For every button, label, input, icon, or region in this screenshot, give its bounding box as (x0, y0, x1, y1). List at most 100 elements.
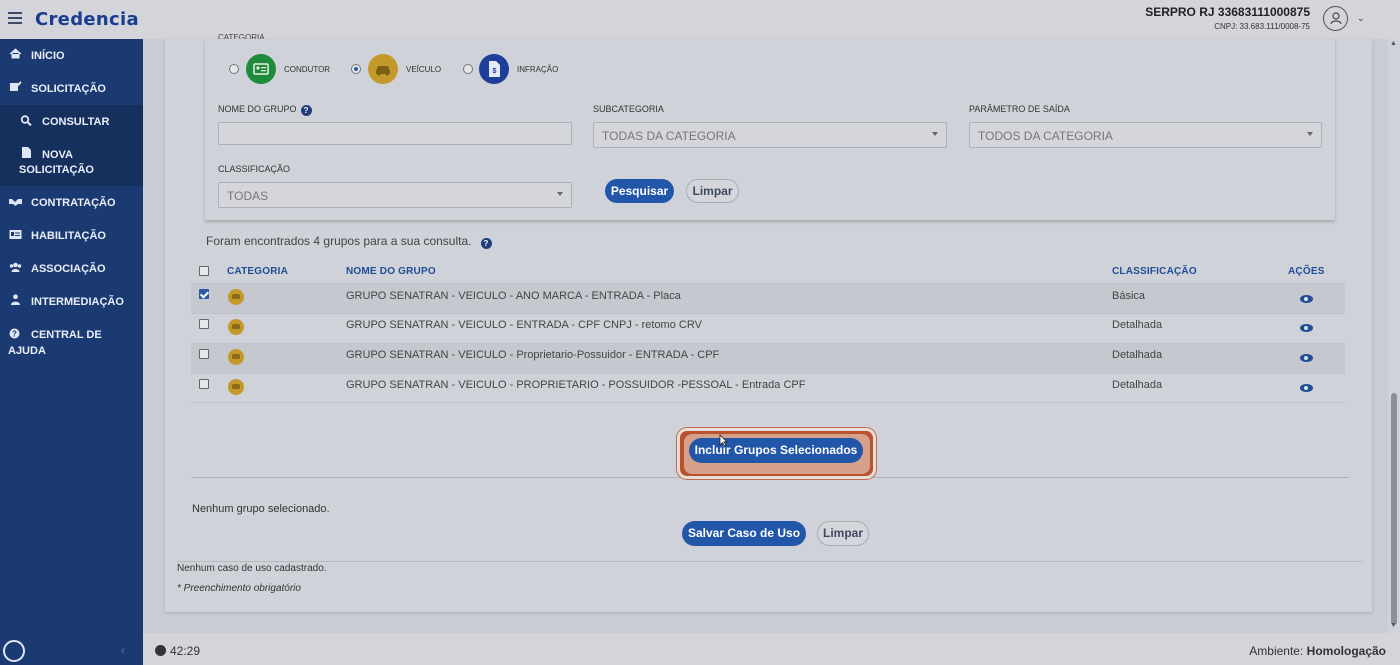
session-timer: 42:29 (155, 644, 200, 658)
group-name: GRUPO SENATRAN - VEICULO - ENTRADA - CPF… (346, 319, 702, 331)
group-name: GRUPO SENATRAN - VEICULO - PROPRIETARIO … (346, 379, 806, 391)
category-label-infracao: INFRAÇÃO (517, 65, 559, 74)
sidebar-item-label: HABILITAÇÃO (31, 230, 106, 242)
limpar-filtros-button[interactable]: Limpar (686, 179, 739, 203)
infracao-icon: $ (479, 54, 509, 84)
brand-logo[interactable]: Credencia (35, 9, 139, 30)
scroll-down-icon[interactable]: ▼ (1390, 622, 1397, 629)
svg-text:?: ? (12, 330, 17, 339)
sidebar-item-label: CONTRATAÇÃO (31, 197, 116, 209)
users-icon (9, 262, 22, 272)
veiculo-icon (228, 349, 244, 365)
group-classification: Básica (1112, 290, 1146, 302)
dropdown-arrow-icon (932, 132, 938, 136)
limpar-selecao-button[interactable]: Limpar (817, 521, 869, 546)
select-all-checkbox[interactable] (199, 266, 209, 276)
sidebar-item-label: SOLICITAÇÃO (31, 83, 106, 95)
view-eye-icon[interactable] (1300, 354, 1313, 362)
help-icon[interactable]: ? (480, 238, 492, 249)
column-header-nome-grupo[interactable]: NOME DO GRUPO (346, 266, 436, 277)
cookie-icon[interactable] (3, 640, 25, 662)
subcategoria-select[interactable]: TODAS DA CATEGORIA (593, 122, 947, 148)
menu-icon[interactable] (8, 12, 22, 24)
classificacao-label: CLASSIFICAÇÃO (218, 164, 291, 174)
sidebar-item-label: ASSOCIAÇÃO (31, 263, 106, 275)
salvar-caso-de-uso-button[interactable]: Salvar Caso de Uso (682, 521, 806, 546)
group-classification: Detalhada (1112, 319, 1163, 331)
footer-bar (143, 633, 1400, 665)
column-header-classificacao[interactable]: CLASSIFICAÇÃO (1112, 266, 1197, 277)
question-icon: ? (9, 328, 20, 339)
results-summary: Foram encontrados 4 grupos para a sua co… (206, 234, 492, 249)
scrollbar-thumb[interactable] (1391, 393, 1397, 625)
pesquisar-button[interactable]: Pesquisar (605, 179, 674, 203)
veiculo-icon (368, 54, 398, 84)
dropdown-arrow-icon (557, 192, 563, 196)
clock-icon (155, 645, 166, 656)
view-eye-icon[interactable] (1300, 324, 1313, 332)
user-avatar-icon[interactable] (1323, 6, 1348, 31)
sidebar-item-associacao[interactable]: ASSOCIAÇÃO (0, 253, 143, 286)
sidebar-item-label: INTERMEDIAÇÃO (31, 296, 124, 308)
no-use-case-text: Nenhum caso de uso cadastrado. (177, 563, 327, 574)
row-checkbox[interactable] (199, 289, 209, 299)
environment-indicator: Ambiente: Homologação (1249, 644, 1386, 658)
veiculo-icon (228, 289, 244, 305)
sidebar-item-solicitacao[interactable]: SOLICITAÇÃO (0, 72, 143, 105)
sidebar-item-inicio[interactable]: INÍCIO (0, 39, 143, 72)
chevron-down-icon[interactable]: ⌄ (1357, 13, 1365, 24)
sidebar-item-central-de-ajuda[interactable]: ? CENTRAL DE AJUDA (0, 319, 143, 364)
category-label-condutor: CONDUTOR (284, 65, 331, 74)
help-icon[interactable]: ? (300, 105, 312, 116)
id-card-icon (9, 230, 22, 239)
collapse-sidebar-icon[interactable]: ‹ (121, 643, 125, 657)
row-checkbox[interactable] (199, 379, 209, 389)
sidebar-item-intermediacao[interactable]: INTERMEDIAÇÃO (0, 286, 143, 319)
view-eye-icon[interactable] (1300, 295, 1313, 303)
dropdown-arrow-icon (1307, 132, 1313, 136)
radio-veiculo[interactable] (351, 64, 361, 74)
sidebar-item-nova-solicitacao[interactable]: NOVA SOLICITAÇÃO (0, 138, 143, 186)
no-group-selected-text: Nenhum grupo selecionado. (192, 503, 330, 515)
veiculo-icon (228, 319, 244, 335)
group-name: GRUPO SENATRAN - VEICULO - ANO MARCA - E… (346, 290, 681, 302)
view-eye-icon[interactable] (1300, 384, 1313, 392)
svg-text:$: $ (493, 68, 497, 75)
user-tie-icon (10, 294, 21, 305)
sidebar-item-contratacao[interactable]: CONTRATAÇÃO (0, 187, 143, 220)
parametro-label: PARÂMETRO DE SAÍDA (969, 104, 1070, 114)
column-header-acoes: AÇÕES (1288, 266, 1325, 277)
nome-grupo-label: NOME DO GRUPO? (218, 104, 312, 116)
incluir-grupos-button[interactable]: Incluir Grupos Selecionados (689, 438, 863, 463)
sidebar-item-label: SOLICITAÇÃO (19, 164, 94, 176)
condutor-icon (246, 54, 276, 84)
column-header-categoria[interactable]: CATEGORIA (227, 266, 288, 277)
sidebar-item-label: CENTRAL DE (31, 329, 102, 341)
edit-icon (10, 81, 22, 91)
group-name: GRUPO SENATRAN - VEICULO - Proprietario-… (346, 349, 720, 361)
categoria-label: CATEGORIA (218, 33, 265, 39)
nome-grupo-input[interactable] (218, 122, 572, 145)
scroll-up-icon[interactable]: ▲ (1390, 40, 1397, 47)
home-icon (9, 48, 22, 59)
radio-condutor[interactable] (229, 64, 239, 74)
parametro-select[interactable]: TODOS DA CATEGORIA (969, 122, 1322, 148)
cursor-icon (719, 434, 728, 447)
sidebar-item-consultar[interactable]: CONSULTAR (0, 105, 143, 138)
sidebar-item-label: AJUDA (8, 345, 46, 357)
handshake-icon (9, 199, 22, 206)
sidebar-item-habilitacao[interactable]: HABILITAÇÃO (0, 220, 143, 253)
subcategoria-label: SUBCATEGORIA (593, 104, 664, 114)
sidebar-item-label: CONSULTAR (42, 116, 110, 128)
group-classification: Detalhada (1112, 379, 1163, 391)
org-cnpj: CNPJ: 33.683.111/0008-75 (1214, 22, 1310, 31)
row-checkbox[interactable] (199, 349, 209, 359)
radio-infracao[interactable] (463, 64, 473, 74)
group-classification: Detalhada (1112, 349, 1163, 361)
document-icon (22, 147, 31, 158)
sidebar-item-label: INÍCIO (31, 50, 65, 62)
category-label-veiculo: VEÍCULO (406, 65, 442, 74)
classificacao-select[interactable]: TODAS (218, 182, 572, 208)
sidebar-item-label: NOVA (42, 149, 73, 161)
row-checkbox[interactable] (199, 319, 209, 329)
